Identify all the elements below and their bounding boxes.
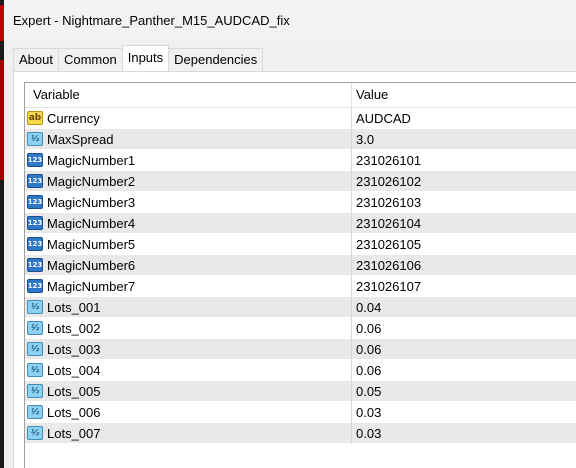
variable-name: MagicNumber7	[47, 278, 136, 294]
inputs-panel: Variable Value ab Currency AUDCAD ½ MaxSprea…	[13, 71, 576, 468]
variable-cell[interactable]: ab Currency	[25, 107, 352, 129]
inputs-table: Variable Value ab Currency AUDCAD ½ MaxSprea…	[24, 82, 576, 468]
variable-name: Lots_004	[47, 362, 101, 378]
value-cell[interactable]: 231026101	[352, 150, 576, 171]
variable-name: Lots_002	[47, 320, 101, 336]
table-header: Variable Value	[25, 83, 576, 108]
tab-inputs[interactable]: Inputs	[121, 45, 170, 72]
variable-cell[interactable]: 123 MagicNumber6	[25, 254, 352, 276]
value-cell[interactable]: 231026102	[352, 171, 576, 192]
table-row[interactable]: ½ Lots_002 0.06	[25, 317, 576, 339]
value-cell[interactable]: 3.0	[352, 129, 576, 150]
variable-cell[interactable]: ½ Lots_002	[25, 317, 352, 339]
value-cell[interactable]: 0.06	[352, 339, 576, 360]
string-type-icon: ab	[27, 111, 43, 125]
table-row[interactable]: 123 MagicNumber4 231026104	[25, 212, 576, 234]
integer-type-icon: 123	[27, 153, 43, 167]
double-type-icon: ½	[27, 363, 43, 377]
double-type-icon: ½	[27, 132, 43, 146]
variable-cell[interactable]: 123 MagicNumber4	[25, 212, 352, 234]
column-header-variable[interactable]: Variable	[25, 83, 352, 107]
variable-name: Lots_006	[47, 404, 101, 420]
variable-cell[interactable]: 123 MagicNumber2	[25, 170, 352, 192]
table-row[interactable]: 123 MagicNumber1 231026101	[25, 149, 576, 171]
value-cell[interactable]: 0.06	[352, 360, 576, 381]
variable-name: MagicNumber1	[47, 152, 136, 168]
variable-name: MagicNumber5	[47, 236, 136, 252]
variable-cell[interactable]: ½ Lots_007	[25, 422, 352, 444]
tab-strip: About Common Inputs Dependencies	[13, 45, 264, 72]
integer-type-icon: 123	[27, 258, 43, 272]
variable-name: MagicNumber3	[47, 194, 136, 210]
variable-cell[interactable]: ½ Lots_003	[25, 338, 352, 360]
value-cell[interactable]: 231026105	[352, 234, 576, 255]
table-row[interactable]: ½ Lots_003 0.06	[25, 338, 576, 360]
table-row[interactable]: ½ MaxSpread 3.0	[25, 128, 576, 150]
table-row[interactable]: ½ Lots_005 0.05	[25, 380, 576, 402]
table-row[interactable]: 123 MagicNumber2 231026102	[25, 170, 576, 192]
double-type-icon: ½	[27, 342, 43, 356]
variable-name: MaxSpread	[47, 131, 114, 147]
value-cell[interactable]: 231026106	[352, 255, 576, 276]
double-type-icon: ½	[27, 321, 43, 335]
variable-name: MagicNumber6	[47, 257, 136, 273]
variable-cell[interactable]: ½ Lots_001	[25, 296, 352, 318]
variable-name: MagicNumber2	[47, 173, 136, 189]
table-row[interactable]: 123 MagicNumber5 231026105	[25, 233, 576, 255]
integer-type-icon: 123	[27, 216, 43, 230]
table-row[interactable]: 123 MagicNumber6 231026106	[25, 254, 576, 276]
integer-type-icon: 123	[27, 195, 43, 209]
integer-type-icon: 123	[27, 237, 43, 251]
table-body: ab Currency AUDCAD ½ MaxSpread 3.0 123 MagicNum…	[25, 107, 576, 444]
variable-cell[interactable]: 123 MagicNumber5	[25, 233, 352, 255]
double-type-icon: ½	[27, 300, 43, 314]
tab-dependencies[interactable]: Dependencies	[168, 48, 264, 71]
variable-name: Currency	[47, 110, 100, 126]
integer-type-icon: 123	[27, 279, 43, 293]
value-cell[interactable]: 231026107	[352, 276, 576, 297]
variable-cell[interactable]: ½ Lots_004	[25, 359, 352, 381]
value-cell[interactable]: 231026104	[352, 213, 576, 234]
value-cell[interactable]: 0.04	[352, 297, 576, 318]
variable-name: Lots_005	[47, 383, 101, 399]
table-row[interactable]: 123 MagicNumber3 231026103	[25, 191, 576, 213]
value-cell[interactable]: 0.03	[352, 402, 576, 423]
window-title: Expert - Nightmare_Panther_M15_AUDCAD_fi…	[13, 12, 290, 28]
column-header-value[interactable]: Value	[352, 83, 576, 107]
table-row[interactable]: ½ Lots_007 0.03	[25, 422, 576, 444]
value-cell[interactable]: 0.06	[352, 318, 576, 339]
tab-about[interactable]: About	[13, 48, 59, 71]
variable-cell[interactable]: ½ Lots_005	[25, 380, 352, 402]
title-bar[interactable]: Expert - Nightmare_Panther_M15_AUDCAD_fi…	[4, 0, 576, 40]
table-row[interactable]: ½ Lots_004 0.06	[25, 359, 576, 381]
variable-cell[interactable]: 123 MagicNumber7	[25, 275, 352, 297]
variable-cell[interactable]: ½ MaxSpread	[25, 128, 352, 150]
variable-cell[interactable]: 123 MagicNumber3	[25, 191, 352, 213]
double-type-icon: ½	[27, 405, 43, 419]
value-cell[interactable]: 0.03	[352, 423, 576, 444]
variable-name: Lots_001	[47, 299, 101, 315]
table-row[interactable]: ab Currency AUDCAD	[25, 107, 576, 129]
table-row[interactable]: ½ Lots_001 0.04	[25, 296, 576, 318]
tab-common[interactable]: Common	[57, 48, 123, 71]
expert-properties-dialog: Expert - Nightmare_Panther_M15_AUDCAD_fi…	[4, 0, 576, 468]
integer-type-icon: 123	[27, 174, 43, 188]
variable-name: MagicNumber4	[47, 215, 136, 231]
double-type-icon: ½	[27, 384, 43, 398]
variable-name: Lots_007	[47, 425, 101, 441]
double-type-icon: ½	[27, 426, 43, 440]
value-cell[interactable]: AUDCAD	[352, 108, 576, 129]
value-cell[interactable]: 231026103	[352, 192, 576, 213]
variable-cell[interactable]: 123 MagicNumber1	[25, 149, 352, 171]
table-row[interactable]: 123 MagicNumber7 231026107	[25, 275, 576, 297]
variable-name: Lots_003	[47, 341, 101, 357]
variable-cell[interactable]: ½ Lots_006	[25, 401, 352, 423]
value-cell[interactable]: 0.05	[352, 381, 576, 402]
table-row[interactable]: ½ Lots_006 0.03	[25, 401, 576, 423]
